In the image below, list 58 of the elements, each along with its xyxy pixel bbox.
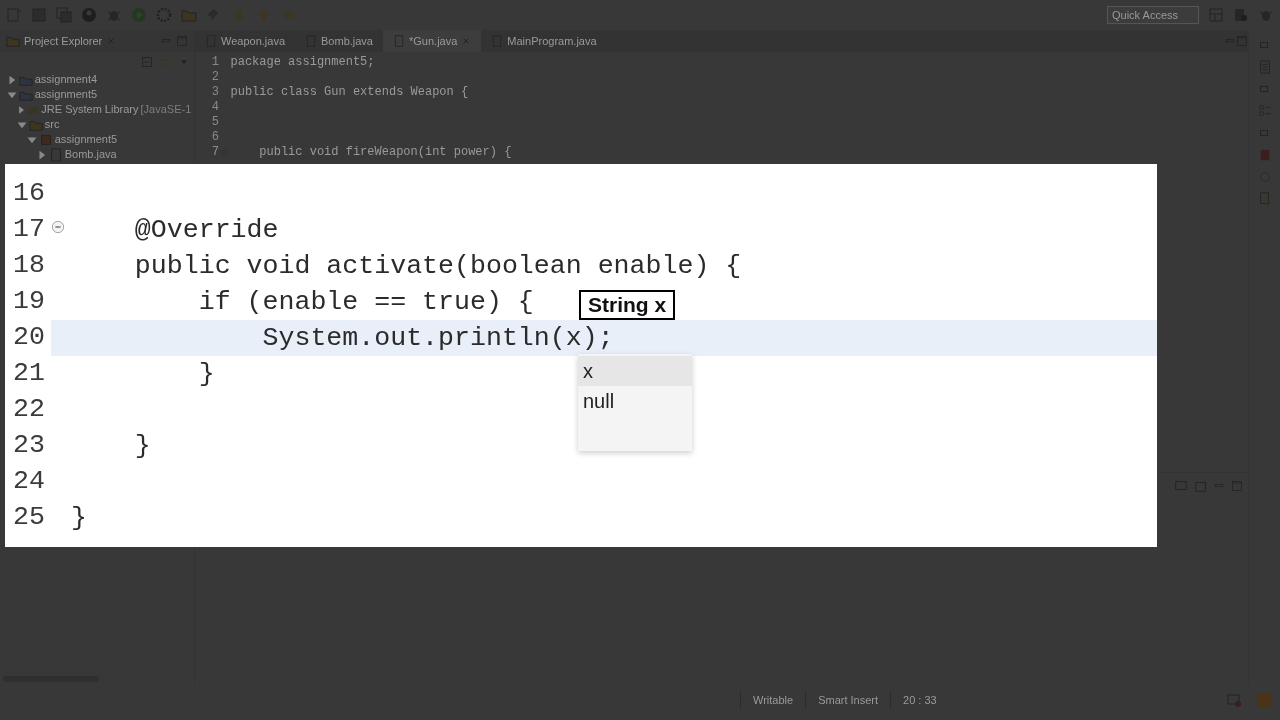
tree-item[interactable]: JRE System Library <box>41 101 139 118</box>
line-number: 19 <box>12 285 46 319</box>
collapsed-arrow-icon[interactable] <box>16 104 26 115</box>
line-number: 24 <box>12 465 46 499</box>
code-line: public void activate(boolean enable) { <box>133 250 742 283</box>
line-number: 23 <box>12 429 46 463</box>
code-line: } <box>71 502 87 535</box>
completion-item[interactable]: x <box>578 356 692 386</box>
line-number: 21 <box>12 357 46 391</box>
line-number: 3 <box>210 85 220 100</box>
editor-tab[interactable]: Bomb.java <box>295 30 383 52</box>
arrow-up-icon[interactable] <box>256 7 272 23</box>
status-text: Writable <box>740 691 806 709</box>
code-line: if (enable == true) { <box>197 286 534 319</box>
folder-icon <box>6 34 20 48</box>
line-number: 20 <box>12 321 46 355</box>
close-icon[interactable] <box>461 36 472 46</box>
tree-item[interactable]: Bomb.java <box>64 146 117 163</box>
line-number: 17 <box>5 210 51 250</box>
line-number: 22 <box>12 393 46 427</box>
arrow-left-icon[interactable] <box>281 7 297 23</box>
tree-item[interactable]: src <box>44 116 60 133</box>
line-number: 4 <box>210 100 220 115</box>
completion-item[interactable]: null <box>578 386 692 416</box>
code-line: System.out.println(x); <box>261 322 614 355</box>
line-number: 5 <box>210 115 220 130</box>
arrow-down-icon[interactable] <box>231 7 247 23</box>
status-text: Smart Insert <box>805 691 891 709</box>
editor-tab[interactable]: MainProgram.java <box>481 30 607 52</box>
line-number: 6 <box>210 130 220 145</box>
folder-icon[interactable] <box>181 7 197 23</box>
tree-item-decoration: [JavaSE-1 <box>140 102 192 118</box>
editor-tab[interactable]: Weapon.java <box>195 30 295 52</box>
tree-item[interactable]: assignment5 <box>54 131 118 148</box>
fold-icon[interactable] <box>51 220 65 235</box>
code-line: } <box>197 358 215 391</box>
code-line: } <box>133 430 151 463</box>
code-line: public void fireWeapon(int power) { <box>258 145 512 160</box>
code-line: @Override <box>133 214 279 247</box>
tree-item[interactable]: assignment5 <box>34 86 98 103</box>
new-console-icon[interactable] <box>1193 478 1208 493</box>
line-number: 16 <box>12 177 46 211</box>
quick-access-field[interactable]: Quick Access <box>1107 6 1199 24</box>
line-number: 25 <box>12 501 46 535</box>
user-icon[interactable] <box>81 7 97 23</box>
code-line: public class Gun extends Weapon { <box>229 85 469 100</box>
line-number: 7 <box>195 145 225 160</box>
code-line: package assignment5; <box>229 55 375 70</box>
parameter-hint: String x <box>579 290 676 320</box>
line-number: 18 <box>12 249 46 283</box>
editor-tab[interactable]: *Gun.java <box>383 30 482 52</box>
play-icon[interactable] <box>131 7 147 23</box>
status-text: 20 : 33 <box>890 691 949 709</box>
line-number: 1 <box>210 55 220 70</box>
panel-title[interactable]: Project Explorer <box>24 32 103 50</box>
line-number: 2 <box>210 70 220 85</box>
tree-item[interactable]: assignment4 <box>34 71 98 88</box>
link-icon[interactable] <box>159 55 173 69</box>
